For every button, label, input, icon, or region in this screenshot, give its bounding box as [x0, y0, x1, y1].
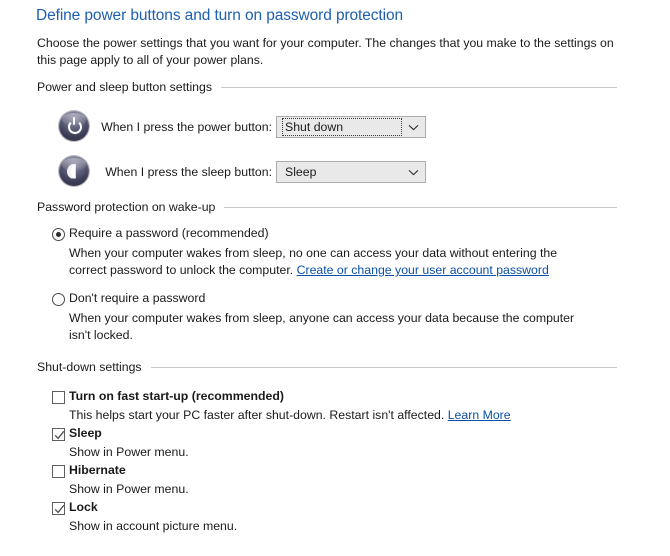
- radio-require-password[interactable]: [52, 228, 65, 241]
- section-power-and-sleep: Power and sleep button settings: [37, 80, 617, 94]
- radio-description-dont-require-password: When your computer wakes from sleep, any…: [69, 311, 575, 342]
- section-divider: [150, 366, 617, 368]
- checkbox-lock[interactable]: [52, 502, 65, 515]
- checkmark-icon: [54, 504, 64, 513]
- section-label-shutdown-settings: Shut-down settings: [37, 360, 142, 374]
- power-button-action-dropdown[interactable]: Shut down: [276, 116, 426, 138]
- section-label-password-protection: Password protection on wake-up: [37, 200, 216, 214]
- create-or-change-password-link[interactable]: Create or change your user account passw…: [297, 263, 549, 277]
- checkmark-icon: [54, 430, 64, 439]
- sleep-button-label: When I press the sleep button:: [105, 165, 272, 179]
- checkbox-fast-startup[interactable]: [52, 391, 65, 404]
- checkbox-label-sleep: Sleep: [69, 426, 102, 440]
- checkbox-description-fast-startup: This helps start your PC faster after sh…: [69, 407, 614, 424]
- checkbox-label-hibernate: Hibernate: [69, 463, 126, 477]
- checkbox-label-fast-startup: Turn on fast start-up (recommended): [69, 389, 284, 403]
- sleep-button-action-value: Sleep: [285, 165, 317, 179]
- section-divider: [224, 206, 617, 208]
- radio-dont-require-password[interactable]: [52, 293, 65, 306]
- power-button-action-value: Shut down: [282, 118, 402, 136]
- checkbox-sleep[interactable]: [52, 428, 65, 441]
- fast-startup-description-text: This helps start your PC faster after sh…: [69, 408, 448, 422]
- learn-more-link[interactable]: Learn More: [448, 408, 511, 422]
- page-title: Define power buttons and turn on passwor…: [36, 7, 404, 24]
- checkbox-description-sleep: Show in Power menu.: [69, 445, 189, 459]
- page-description: Choose the power settings that you want …: [37, 36, 614, 67]
- radio-label-require-password: Require a password (recommended): [69, 226, 269, 240]
- section-shutdown-settings: Shut-down settings: [37, 360, 617, 374]
- section-label-power-and-sleep: Power and sleep button settings: [37, 80, 213, 94]
- power-button-label: When I press the power button:: [101, 120, 272, 134]
- checkbox-hibernate[interactable]: [52, 465, 65, 478]
- sleep-button-action-dropdown[interactable]: Sleep: [276, 161, 426, 183]
- checkbox-description-hibernate: Show in Power menu.: [69, 482, 189, 496]
- checkbox-description-lock: Show in account picture menu.: [69, 519, 238, 533]
- section-divider: [221, 86, 617, 88]
- radio-label-dont-require-password: Don't require a password: [69, 291, 206, 305]
- checkbox-label-lock: Lock: [69, 500, 98, 514]
- chevron-down-icon[interactable]: [406, 117, 420, 137]
- section-password-protection: Password protection on wake-up: [37, 200, 617, 214]
- chevron-down-icon[interactable]: [406, 162, 420, 182]
- radio-description-require-password: When your computer wakes from sleep, no …: [69, 245, 597, 279]
